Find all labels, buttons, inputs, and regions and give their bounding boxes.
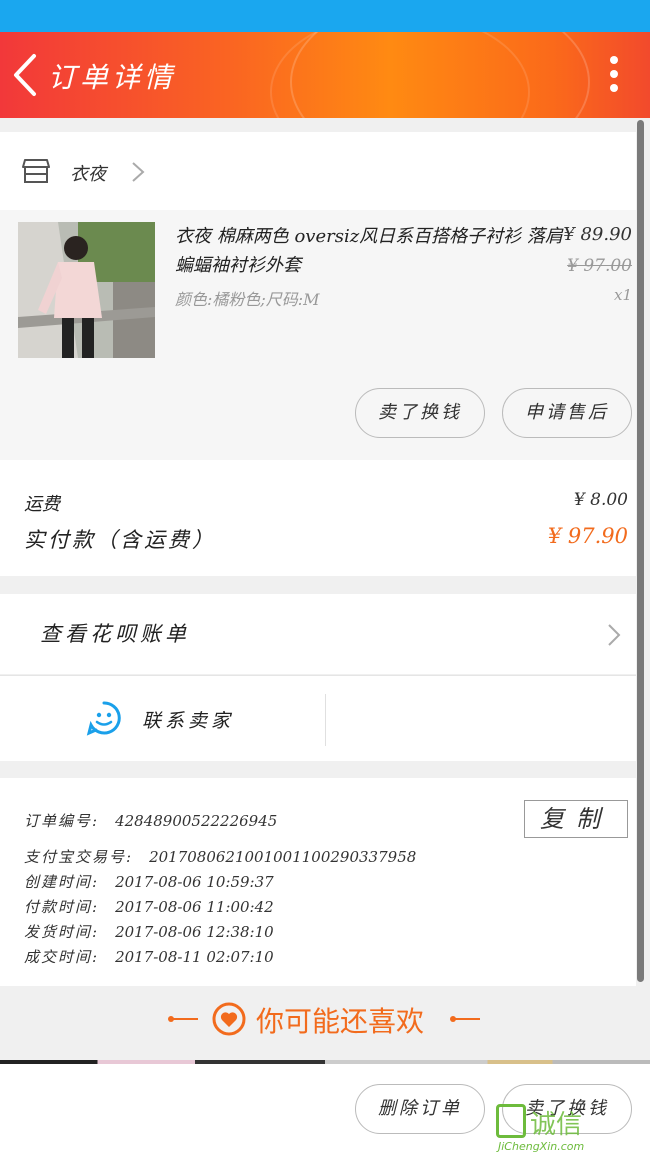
- recommend-title: 你可能还喜欢: [256, 1005, 425, 1038]
- paid-value: ¥ 97.90: [547, 524, 628, 548]
- chevron-right-icon: [132, 162, 145, 182]
- created-time-row: 创建时间: 2017-08-06 10:59:37: [24, 871, 274, 892]
- copy-button[interactable]: 复制: [524, 800, 628, 838]
- shop-row[interactable]: 衣夜: [0, 132, 636, 210]
- paid-label: 实付款（含运费）: [24, 528, 216, 552]
- decor-line: [170, 1018, 198, 1020]
- watermark: 诚信 JiChengXin.com: [496, 1104, 646, 1154]
- more-dot: [610, 56, 618, 64]
- created-time: 2017-08-06 10:59:37: [115, 873, 274, 891]
- contact-seller-row[interactable]: 联系卖家: [0, 675, 636, 761]
- chevron-right-icon: [608, 624, 621, 646]
- closed-time-row: 成交时间: 2017-08-11 02:07:10: [24, 946, 274, 967]
- huabei-bill-row[interactable]: 查看花呗账单: [0, 594, 636, 674]
- product-quantity: x1: [613, 286, 632, 304]
- heart-icon: [212, 1002, 246, 1036]
- paid-time-row: 付款时间: 2017-08-06 11:00:42: [24, 896, 274, 917]
- closed-time: 2017-08-11 02:07:10: [115, 948, 274, 966]
- watermark-logo-icon: [496, 1104, 526, 1138]
- product-spec: 颜色:橘粉色;尺码:M: [175, 290, 320, 309]
- product-price: ¥ 89.90: [563, 224, 632, 245]
- more-menu-button[interactable]: [608, 56, 620, 96]
- fees-section: 运费 ¥ 8.00 实付款（含运费） ¥ 97.90: [0, 460, 636, 576]
- chevron-left-icon: [14, 54, 36, 96]
- store-icon: [22, 159, 50, 183]
- decor-line: [452, 1018, 480, 1020]
- info-label: 发货时间:: [24, 923, 100, 941]
- info-label: 成交时间:: [24, 948, 100, 966]
- page-title: 订单详情: [48, 61, 177, 94]
- delete-order-button[interactable]: 删除订单: [355, 1084, 485, 1134]
- product-item[interactable]: 衣夜 棉麻两色 oversiz风日系百搭格子衬衫 落肩蝙蝠袖衬衫外套 颜色:橘粉…: [0, 210, 636, 460]
- contact-seller-label: 联系卖家: [142, 710, 235, 732]
- status-bar: [0, 0, 650, 32]
- order-number: 42848900522226945: [115, 812, 278, 830]
- after-sale-button[interactable]: 申请售后: [502, 388, 632, 438]
- order-info: 订单编号: 42848900522226945 复制 支付宝交易号: 2017080…: [0, 778, 636, 986]
- shipping-value: ¥ 8.00: [573, 490, 628, 510]
- decor-dot: [450, 1016, 456, 1022]
- recommend-header: 你可能还喜欢: [0, 988, 650, 1050]
- alipay-trade-number: 2017080621001001100290337958: [149, 848, 417, 866]
- info-label: 订单编号:: [24, 812, 100, 830]
- sell-button[interactable]: 卖了换钱: [355, 388, 485, 438]
- order-number-row: 订单编号: 42848900522226945: [24, 810, 277, 831]
- header-decoration: [270, 32, 530, 118]
- product-title[interactable]: 衣夜 棉麻两色 oversiz风日系百搭格子衬衫 落肩蝙蝠袖衬衫外套: [175, 222, 565, 280]
- scrollbar[interactable]: [637, 120, 644, 982]
- divider: [325, 694, 326, 746]
- watermark-sub: JiChengXin.com: [498, 1140, 585, 1153]
- huabei-label: 查看花呗账单: [40, 622, 190, 646]
- more-dot: [610, 84, 618, 92]
- shipping-label: 运费: [24, 494, 60, 515]
- watermark-text: 诚信: [530, 1110, 583, 1140]
- product-image[interactable]: [18, 222, 155, 358]
- chat-face-icon: [86, 701, 121, 736]
- shop-name: 衣夜: [70, 164, 106, 185]
- info-label: 支付宝交易号:: [24, 848, 134, 866]
- shipped-time: 2017-08-06 12:38:10: [115, 923, 274, 941]
- back-button[interactable]: [8, 50, 44, 100]
- info-label: 创建时间:: [24, 873, 100, 891]
- more-dot: [610, 70, 618, 78]
- title-bar: 订单详情: [0, 32, 650, 118]
- paid-time: 2017-08-06 11:00:42: [115, 898, 274, 916]
- original-price: ¥ 97.00: [567, 256, 632, 276]
- alipay-trade-row: 支付宝交易号: 2017080621001001100290337958: [24, 846, 416, 867]
- shipped-time-row: 发货时间: 2017-08-06 12:38:10: [24, 921, 274, 942]
- info-label: 付款时间:: [24, 898, 100, 916]
